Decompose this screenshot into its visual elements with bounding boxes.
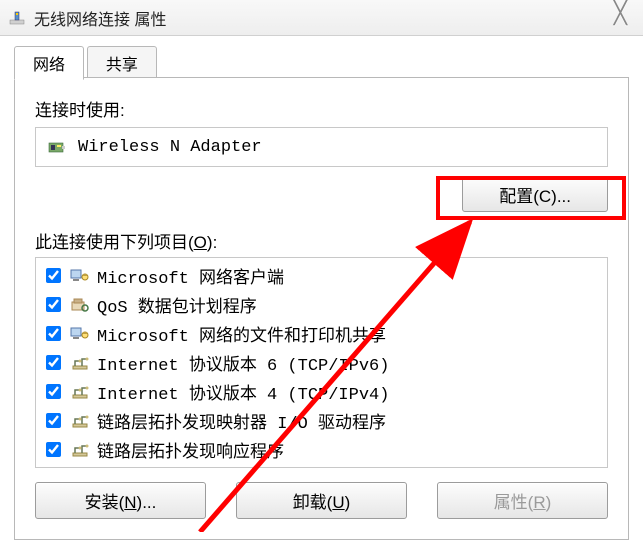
protocol-icon [69, 441, 91, 459]
tab-panel-networking: 连接时使用: Wireless N Adapter 配置(C)... 此连接使用… [14, 77, 629, 540]
component-label: Microsoft 网络的文件和打印机共享 [97, 321, 386, 347]
component-checkbox[interactable] [46, 326, 61, 341]
configure-button[interactable]: 配置(C)... [462, 177, 608, 212]
component-label: Internet 协议版本 6 (TCP/IPv6) [97, 350, 389, 376]
list-item[interactable]: Internet 协议版本 6 (TCP/IPv6) [42, 348, 601, 377]
tab-networking[interactable]: 网络 [14, 46, 84, 80]
component-checkbox[interactable] [46, 355, 61, 370]
protocol-icon [69, 412, 91, 430]
uninstall-button[interactable]: 卸载(U) [236, 482, 407, 519]
protocol-icon [69, 354, 91, 372]
components-list[interactable]: Microsoft 网络客户端 QoS 数据包计划程序 Microsoft 网络… [35, 257, 608, 468]
component-label: Internet 协议版本 4 (TCP/IPv4) [97, 379, 389, 405]
components-label: 此连接使用下列项目(O): [35, 228, 608, 253]
adapter-box[interactable]: Wireless N Adapter [35, 127, 608, 167]
client-icon [69, 325, 91, 343]
adapter-name: Wireless N Adapter [78, 138, 262, 157]
titlebar: 无线网络连接 属性 ╳ [0, 0, 643, 36]
component-checkbox[interactable] [46, 268, 61, 283]
component-label: 链路层拓扑发现映射器 I/O 驱动程序 [97, 408, 386, 434]
close-button[interactable]: ╳ [614, 0, 625, 26]
list-item[interactable]: Microsoft 网络的文件和打印机共享 [42, 319, 601, 348]
window-title: 无线网络连接 属性 [34, 6, 166, 30]
components-label-pre: 此连接使用下列项目( [35, 233, 194, 252]
list-item[interactable]: 链路层拓扑发现映射器 I/O 驱动程序 [42, 406, 601, 435]
component-label: QoS 数据包计划程序 [97, 292, 257, 318]
list-item[interactable]: QoS 数据包计划程序 [42, 290, 601, 319]
qos-icon [69, 296, 91, 314]
button-row: 安装(N)... 卸载(U) 属性(R) [35, 482, 608, 519]
network-adapter-icon [8, 9, 26, 27]
list-item[interactable]: Microsoft 网络客户端 [42, 261, 601, 290]
list-item[interactable]: Internet 协议版本 4 (TCP/IPv4) [42, 377, 601, 406]
component-label: 链路层拓扑发现响应程序 [97, 437, 284, 463]
connect-using-label: 连接时使用: [35, 96, 608, 121]
tab-sharing[interactable]: 共享 [87, 46, 157, 80]
properties-button: 属性(R) [437, 482, 608, 519]
install-button[interactable]: 安装(N)... [35, 482, 206, 519]
list-item[interactable]: 链路层拓扑发现响应程序 [42, 435, 601, 464]
tab-strip: 网络 共享 [14, 46, 629, 78]
component-checkbox[interactable] [46, 297, 61, 312]
protocol-icon [69, 383, 91, 401]
component-checkbox[interactable] [46, 442, 61, 457]
component-checkbox[interactable] [46, 384, 61, 399]
components-label-post: ): [207, 233, 217, 252]
components-label-key: O [194, 233, 207, 252]
component-checkbox[interactable] [46, 413, 61, 428]
adapter-icon [46, 136, 68, 158]
client-icon [69, 267, 91, 285]
component-label: Microsoft 网络客户端 [97, 263, 284, 289]
